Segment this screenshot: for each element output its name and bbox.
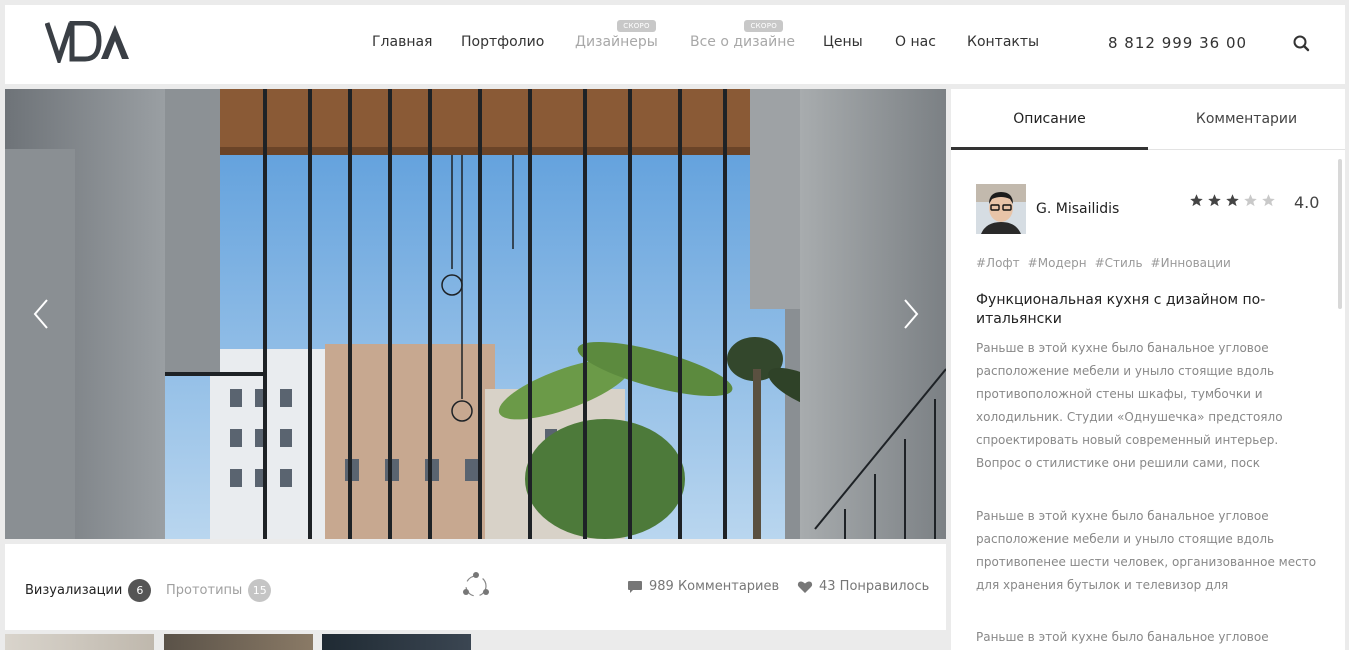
tag-modern[interactable]: #Модерн [1028, 256, 1087, 270]
nav-item-prices[interactable]: Цены [823, 34, 863, 50]
thumbnail[interactable] [5, 634, 154, 650]
scrollbar[interactable] [1338, 159, 1342, 309]
tag-list: #Лофт #Модерн #Стиль #Инновации [976, 256, 1231, 270]
star-filled-icon [1226, 194, 1239, 207]
share-icon[interactable] [460, 570, 492, 602]
likes-link[interactable]: 43 Понравилось [797, 579, 929, 594]
nav-item-designers[interactable]: Дизайнеры СКОРО [575, 20, 658, 50]
thumbnail[interactable] [322, 634, 471, 650]
soon-badge: СКОРО [744, 20, 784, 32]
star-empty-icon [1262, 194, 1275, 207]
tag-style[interactable]: #Стиль [1095, 256, 1143, 270]
tag-innovations[interactable]: #Инновации [1151, 256, 1231, 270]
tab-description[interactable]: Описание [951, 89, 1148, 150]
site-header: Главная Портфолио Дизайнеры СКОРО Все о … [5, 5, 1345, 84]
heart-icon [797, 580, 813, 593]
chevron-right-icon[interactable] [897, 297, 925, 331]
star-filled-icon [1190, 194, 1203, 207]
comments-link[interactable]: 989 Комментариев [627, 579, 779, 594]
comments-count: 989 Комментариев [649, 579, 780, 594]
tab-visualizations[interactable]: Визуализации 6 [25, 579, 152, 602]
avatar[interactable] [976, 184, 1026, 234]
tab-prototypes[interactable]: Прототипы 15 [166, 579, 272, 602]
tab-visualizations-label: Визуализации [25, 583, 123, 598]
prototypes-count: 15 [248, 579, 272, 602]
nav-item-portfolio[interactable]: Портфолио [461, 34, 544, 50]
chevron-left-icon[interactable] [27, 297, 55, 331]
star-filled-icon [1208, 194, 1221, 207]
rating-stars [1189, 193, 1276, 208]
soon-badge: СКОРО [617, 20, 656, 32]
comment-icon [628, 580, 642, 593]
phone-number[interactable]: 8 812 999 36 00 [1108, 34, 1247, 52]
search-icon[interactable] [1290, 32, 1314, 56]
thumbnail[interactable] [164, 634, 313, 650]
interior-photo [5, 89, 946, 539]
likes-count: 43 Понравилось [819, 579, 930, 594]
sidebar-tabs: Описание Комментарии [951, 89, 1345, 150]
project-toolbar: Визуализации 6 Прототипы 15 989 Коммента… [5, 544, 946, 630]
star-empty-icon [1244, 194, 1257, 207]
nav-item-home[interactable]: Главная [372, 34, 432, 50]
vda-logo[interactable] [45, 21, 129, 63]
rating-value: 4.0 [1294, 193, 1320, 212]
description-paragraph: Раньше в этой кухне было банальное углов… [976, 509, 1317, 592]
tab-prototypes-label: Прототипы [166, 583, 243, 598]
nav-item-contacts[interactable]: Контакты [967, 34, 1039, 50]
nav-item-about-us[interactable]: О нас [895, 34, 936, 50]
description-paragraph: Раньше в этой кухне было банальное углов… [976, 341, 1283, 470]
tab-comments[interactable]: Комментарии [1148, 89, 1345, 150]
designer-name[interactable]: G. Misailidis [1036, 201, 1119, 217]
project-image-slider[interactable] [5, 89, 946, 539]
visualizations-count: 6 [128, 579, 152, 602]
description-paragraph: Раньше в этой кухне было банальное углов… [976, 630, 1269, 644]
tag-loft[interactable]: #Лофт [976, 256, 1020, 270]
project-sidebar: Описание Комментарии G. Misailidis 4.0 #… [951, 89, 1345, 650]
nav-item-about-design[interactable]: Все о дизайне СКОРО [690, 20, 795, 50]
project-title: Функциональная кухня с дизайном по-италь… [976, 292, 1266, 327]
